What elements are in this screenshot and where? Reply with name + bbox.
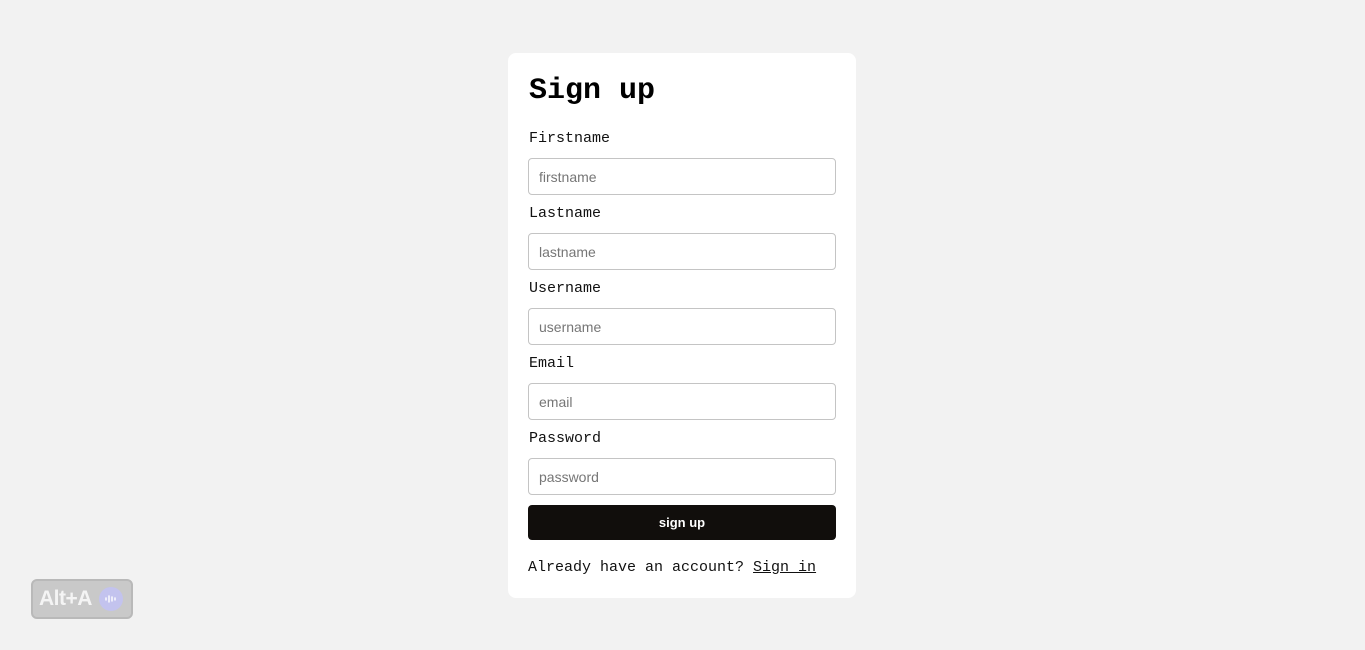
lastname-label: Lastname: [529, 205, 602, 222]
firstname-input[interactable]: [528, 158, 836, 195]
signin-prompt-text: Already have an account?: [528, 559, 754, 576]
username-label: Username: [529, 280, 602, 297]
shortcut-badge[interactable]: Alt+A: [31, 579, 133, 619]
email-label: Email: [529, 355, 575, 372]
shortcut-label: Alt+A: [39, 587, 92, 610]
lastname-input[interactable]: [528, 233, 836, 270]
email-input[interactable]: [528, 383, 836, 420]
signin-prompt: Already have an account? Sign in: [528, 559, 836, 577]
audio-wave-icon: [98, 587, 123, 611]
password-input[interactable]: [528, 458, 836, 495]
username-input[interactable]: [528, 308, 836, 345]
signup-button[interactable]: sign up: [528, 505, 836, 540]
signup-card: Sign up Firstname Lastname Username Emai…: [508, 53, 856, 598]
page-title: Sign up: [529, 74, 656, 108]
signin-link[interactable]: Sign in: [753, 559, 816, 576]
password-label: Password: [529, 430, 602, 447]
firstname-label: Firstname: [529, 130, 611, 147]
